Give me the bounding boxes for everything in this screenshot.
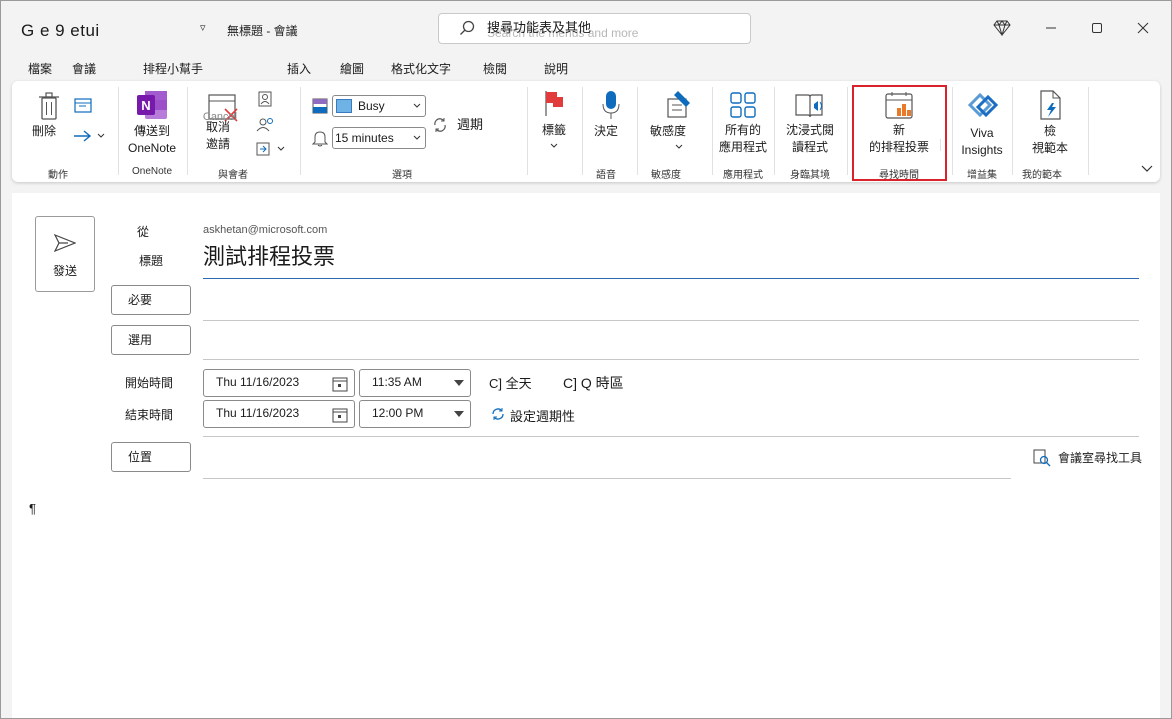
template-icon[interactable] <box>1038 89 1064 121</box>
optional-attendees-button[interactable]: 選用 <box>111 325 191 355</box>
send-to-onenote-button[interactable]: 傳送到 OneNote <box>125 123 179 157</box>
maximize-button[interactable] <box>1087 18 1107 38</box>
chevron-down-icon <box>454 411 464 417</box>
viva-insights-icon[interactable] <box>966 91 1000 121</box>
group-addins-label: 增益集 <box>967 170 997 181</box>
diamond-icon[interactable] <box>992 18 1012 38</box>
chevron-down-icon <box>454 380 464 386</box>
chevron-down-icon[interactable] <box>675 144 683 150</box>
from-address[interactable]: askhetan@microsoft.com <box>203 224 327 236</box>
view-templates-button[interactable]: 檢視範本 <box>1022 123 1078 157</box>
trash-icon[interactable] <box>37 91 61 121</box>
onenote-icon[interactable]: N <box>135 89 169 121</box>
ribbon: 刪除 動作 N 傳送到 OneNote OneNote Cancel 取消 邀請 與… <box>12 81 1160 182</box>
chevron-down-icon[interactable] <box>550 143 558 149</box>
subject-input[interactable]: 測試排程投票 <box>203 239 335 271</box>
app-title: G e 9 etui <box>21 21 100 40</box>
ribbon-expand-chevron-icon[interactable] <box>1141 165 1153 173</box>
svg-text:N: N <box>141 98 150 113</box>
calendar-icon <box>332 377 348 392</box>
location-button[interactable]: 位置 <box>111 442 191 472</box>
calendar-icon <box>332 408 348 423</box>
all-day-checkbox[interactable]: C] 全天 <box>489 373 532 392</box>
calendar-forward-icon[interactable] <box>74 97 92 113</box>
quick-access-dropdown[interactable]: ▿ <box>200 21 206 34</box>
response-options-icon[interactable] <box>256 141 288 157</box>
end-time-dropdown[interactable]: 12:00 PM <box>359 400 471 428</box>
tab-meeting[interactable]: 會議 <box>72 60 125 83</box>
send-icon <box>54 233 76 253</box>
minimize-button[interactable] <box>1041 18 1061 38</box>
search-icon <box>460 20 475 35</box>
subject-label: 標題 <box>139 254 164 268</box>
group-templates-label: 我的範本 <box>1022 170 1062 181</box>
group-voice-label: 語音 <box>596 170 616 181</box>
forward-arrow-icon[interactable] <box>72 129 108 143</box>
start-time-dropdown[interactable]: 11:35 AM <box>359 369 471 397</box>
dictate-button[interactable]: 決定 <box>588 123 624 140</box>
set-recurrence-link[interactable]: 設定週期性 <box>510 406 575 425</box>
title-bar: G e 9 etui ▿ 無標題 - 會議 Search the menus a… <box>1 1 1171 57</box>
document-title: 無標題 - 會議 <box>227 24 298 38</box>
outlook-window: G e 9 etui ▿ 無標題 - 會議 Search the menus a… <box>0 0 1172 719</box>
required-attendees-button[interactable]: 必要 <box>111 285 191 315</box>
microphone-icon[interactable] <box>600 89 622 121</box>
immersive-reader-icon[interactable] <box>794 91 828 121</box>
start-time-label: 開始時間 <box>125 376 174 390</box>
immersive-reader-button[interactable]: 沈浸式閱 讀程式 <box>780 122 840 156</box>
timezone-toggle[interactable]: C] Q 時區 <box>563 373 624 393</box>
close-button[interactable] <box>1133 18 1153 38</box>
contact-card-icon[interactable] <box>258 91 272 107</box>
group-immersive-label: 身臨其境 <box>790 170 830 181</box>
search-box[interactable]: Search the menus and more 搜尋功能表及其他 <box>438 13 751 44</box>
send-button[interactable]: 發送 <box>35 216 95 292</box>
sensitivity-icon[interactable] <box>664 89 694 119</box>
delete-button[interactable]: 刪除 <box>26 123 62 140</box>
end-date-picker[interactable]: Thu 11/16/2023 <box>203 400 355 428</box>
tab-scheduling-assistant[interactable]: 排程小幫手 <box>143 60 203 77</box>
people-sync-icon[interactable] <box>256 117 274 133</box>
tab-review[interactable]: 檢閱 <box>483 60 507 77</box>
group-sensitivity-label: 敏感度 <box>651 170 681 181</box>
recurrence-icon <box>492 408 504 420</box>
tab-format-text[interactable]: 格式化文字 <box>391 60 451 77</box>
recurrence-icon[interactable] <box>432 117 448 133</box>
tab-insert[interactable]: 插入 <box>287 60 311 77</box>
body-editor[interactable]: ¶ <box>29 501 36 516</box>
show-as-icon <box>312 98 328 114</box>
room-finder-button[interactable]: 會議室尋找工具 <box>1058 449 1142 466</box>
group-onenote-label: OneNote <box>131 166 173 177</box>
from-label: 從 <box>137 225 150 239</box>
chevron-down-icon <box>413 135 421 140</box>
cancel-invite-button[interactable]: 取消 邀請 <box>198 119 238 153</box>
room-finder-icon <box>1033 449 1051 467</box>
viva-insights-button[interactable]: Viva Insights <box>957 125 1007 159</box>
flag-icon[interactable] <box>543 89 565 117</box>
bell-icon <box>312 131 328 147</box>
group-options-label: 選項 <box>392 170 412 181</box>
end-time-label: 結束時間 <box>125 408 174 422</box>
chevron-down-icon <box>413 103 421 108</box>
tags-button[interactable]: 標籤 <box>536 122 572 139</box>
group-apps-label: 應用程式 <box>723 170 763 181</box>
all-apps-button[interactable]: 所有的 應用程式 <box>714 122 772 156</box>
highlight-box <box>852 85 947 181</box>
search-label: 搜尋功能表及其他 <box>487 20 592 35</box>
group-attendees-label: 與會者 <box>218 170 248 181</box>
all-apps-icon[interactable] <box>729 91 757 119</box>
recurrence-button[interactable]: 週期 <box>452 116 488 133</box>
tab-help[interactable]: 說明 <box>544 60 568 77</box>
group-actions-label: 動作 <box>48 170 68 181</box>
sensitivity-button[interactable]: 敏感度 <box>646 123 690 140</box>
tab-draw[interactable]: 繪圖 <box>340 60 364 77</box>
menu-tabs: 檔案 會議 排程小幫手 插入 繪圖 格式化文字 檢閱 說明 <box>1 57 1171 83</box>
tab-file[interactable]: 檔案 <box>28 60 52 77</box>
start-date-picker[interactable]: Thu 11/16/2023 <box>203 369 355 397</box>
show-as-dropdown[interactable]: Busy <box>332 95 426 117</box>
reminder-dropdown[interactable]: 15 minutes <box>332 127 426 149</box>
meeting-form: 發送 從 askhetan@microsoft.com 標題 測試排程投票 必要… <box>12 193 1160 718</box>
